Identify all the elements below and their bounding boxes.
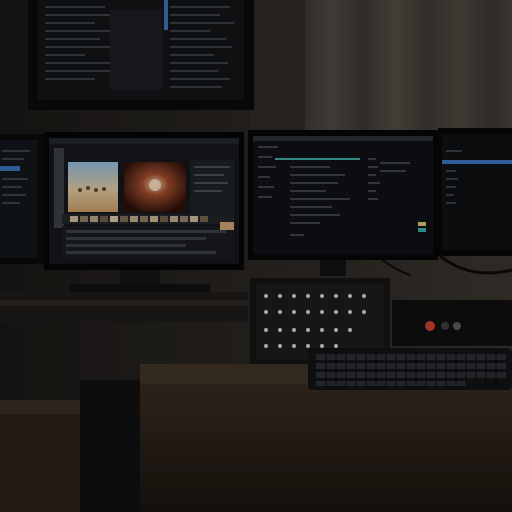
vignette (0, 0, 512, 512)
workstation-photo (0, 0, 512, 512)
scene-svg (0, 0, 512, 512)
